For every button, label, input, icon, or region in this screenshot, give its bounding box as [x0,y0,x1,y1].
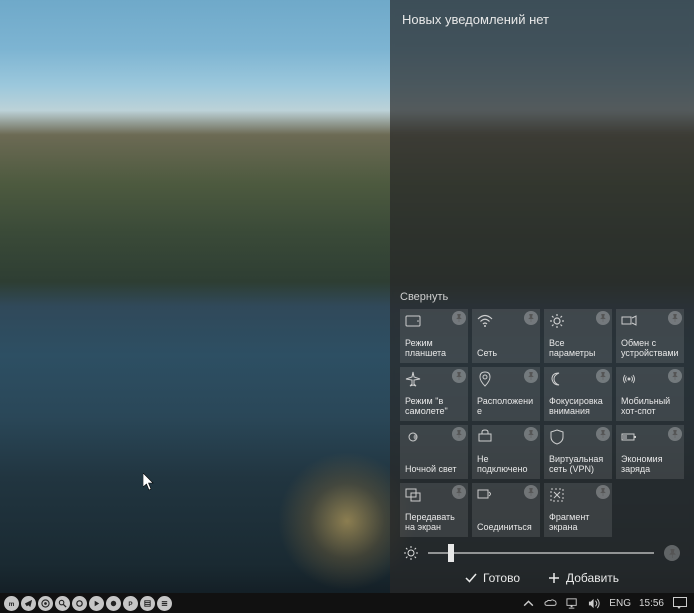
taskbar-left: mP [0,596,172,611]
tile-airplane[interactable]: Режим "в самолете" [400,367,468,421]
brightness-thumb[interactable] [448,544,454,562]
taskbar-app-app9[interactable] [140,596,155,611]
tile-battery-saver[interactable]: Экономия заряда [616,425,684,479]
spacer [400,37,684,291]
taskbar-right: ENG 15:56 [521,596,694,610]
project-icon [405,487,421,503]
tile-tablet-mode[interactable]: Режим планшета [400,309,468,363]
brightness-track[interactable] [428,552,654,554]
taskbar-app-app5[interactable] [72,596,87,611]
tile-label: Фокусировка внимания [549,397,607,417]
action-center-footer: Готово Добавить [400,561,684,589]
tile-hotspot[interactable]: Мобильный хот-спот [616,367,684,421]
tile-label: Расположение [477,397,535,417]
taskbar-app-app6[interactable] [89,596,104,611]
action-center-panel: Новых уведомлений нет Свернуть Режим пла… [390,0,694,593]
tablet-icon [405,313,421,329]
pin-icon[interactable] [452,369,466,383]
tile-label: Все параметры [549,339,607,359]
tile-label: Сеть [477,349,535,359]
pin-icon[interactable] [664,545,680,561]
taskbar: mP ENG 15:56 [0,593,694,613]
tile-label: Режим "в самолете" [405,397,463,417]
network-tray-icon[interactable] [565,596,579,610]
taskbar-app-app8[interactable]: P [123,596,138,611]
tile-project[interactable]: Передавать на экран [400,483,468,537]
done-button[interactable]: Готово [465,571,520,585]
pin-icon[interactable] [524,369,538,383]
pin-icon[interactable] [452,485,466,499]
tile-label: Передавать на экран [405,513,463,533]
location-icon [477,371,493,387]
pin-icon[interactable] [596,311,610,325]
pin-icon[interactable] [524,311,538,325]
pin-icon[interactable] [596,369,610,383]
pin-icon[interactable] [452,427,466,441]
tile-label: Соединиться [477,523,535,533]
tile-share[interactable]: Обмен с устройствами [616,309,684,363]
svg-text:P: P [128,600,132,607]
brightness-icon [404,546,418,560]
taskbar-app-app4[interactable] [55,596,70,611]
notifications-title: Новых уведомлений нет [400,10,684,37]
taskbar-app-app1[interactable]: m [4,596,19,611]
battery-icon [621,429,637,445]
notification-center-icon[interactable] [672,596,688,610]
pin-icon[interactable] [668,369,682,383]
tile-vpn[interactable]: Виртуальная сеть (VPN) [544,425,612,479]
vpn-icon [477,429,493,445]
pin-icon[interactable] [524,427,538,441]
tile-vpn-status[interactable]: Не подключено [472,425,540,479]
tile-label: Ночной свет [405,465,463,475]
pin-icon[interactable] [596,485,610,499]
tile-label: Фрагмент экрана [549,513,607,533]
clock[interactable]: 15:56 [639,598,664,609]
pin-icon[interactable] [452,311,466,325]
add-label: Добавить [566,571,619,585]
connect-icon [621,313,637,329]
language-indicator[interactable]: ENG [609,598,631,609]
tile-network[interactable]: Сеть [472,309,540,363]
gear-icon [549,313,565,329]
tile-label: Экономия заряда [621,455,679,475]
tile-night-light[interactable]: Ночной свет [400,425,468,479]
pin-icon[interactable] [524,485,538,499]
tile-label: Мобильный хот-спот [621,397,679,417]
taskbar-app-app2[interactable] [21,596,36,611]
tile-label: Не подключено [477,455,535,475]
brightness-slider[interactable] [400,545,684,561]
tile-snip[interactable]: Фрагмент экрана [544,483,612,537]
tile-label: Обмен с устройствами [621,339,679,359]
tile-label: Виртуальная сеть (VPN) [549,455,607,475]
svg-text:m: m [9,600,15,607]
pin-icon[interactable] [668,311,682,325]
tile-all-settings[interactable]: Все параметры [544,309,612,363]
airplane-icon [405,371,421,387]
moon-icon [549,371,565,387]
hotspot-icon [621,371,637,387]
connect2-icon [477,487,493,503]
taskbar-app-app10[interactable] [157,596,172,611]
quick-action-tiles: Режим планшета Сеть Все параметры Обмен с у… [400,309,684,537]
tile-focus-assist[interactable]: Фокусировка внимания [544,367,612,421]
taskbar-app-app3[interactable] [38,596,53,611]
nightlight-icon [405,429,421,445]
pin-icon[interactable] [668,427,682,441]
tile-location[interactable]: Расположение [472,367,540,421]
taskbar-app-app7[interactable] [106,596,121,611]
tile-connect-dev[interactable]: Соединиться [472,483,540,537]
add-button[interactable]: Добавить [548,571,619,585]
onedrive-icon[interactable] [543,596,557,610]
snip-icon [549,487,565,503]
collapse-link[interactable]: Свернуть [400,291,684,309]
pin-icon[interactable] [596,427,610,441]
done-label: Готово [483,571,520,585]
volume-tray-icon[interactable] [587,596,601,610]
shield-icon [549,429,565,445]
tray-chevron-icon[interactable] [521,596,535,610]
wifi-icon [477,313,493,329]
tile-label: Режим планшета [405,339,463,359]
